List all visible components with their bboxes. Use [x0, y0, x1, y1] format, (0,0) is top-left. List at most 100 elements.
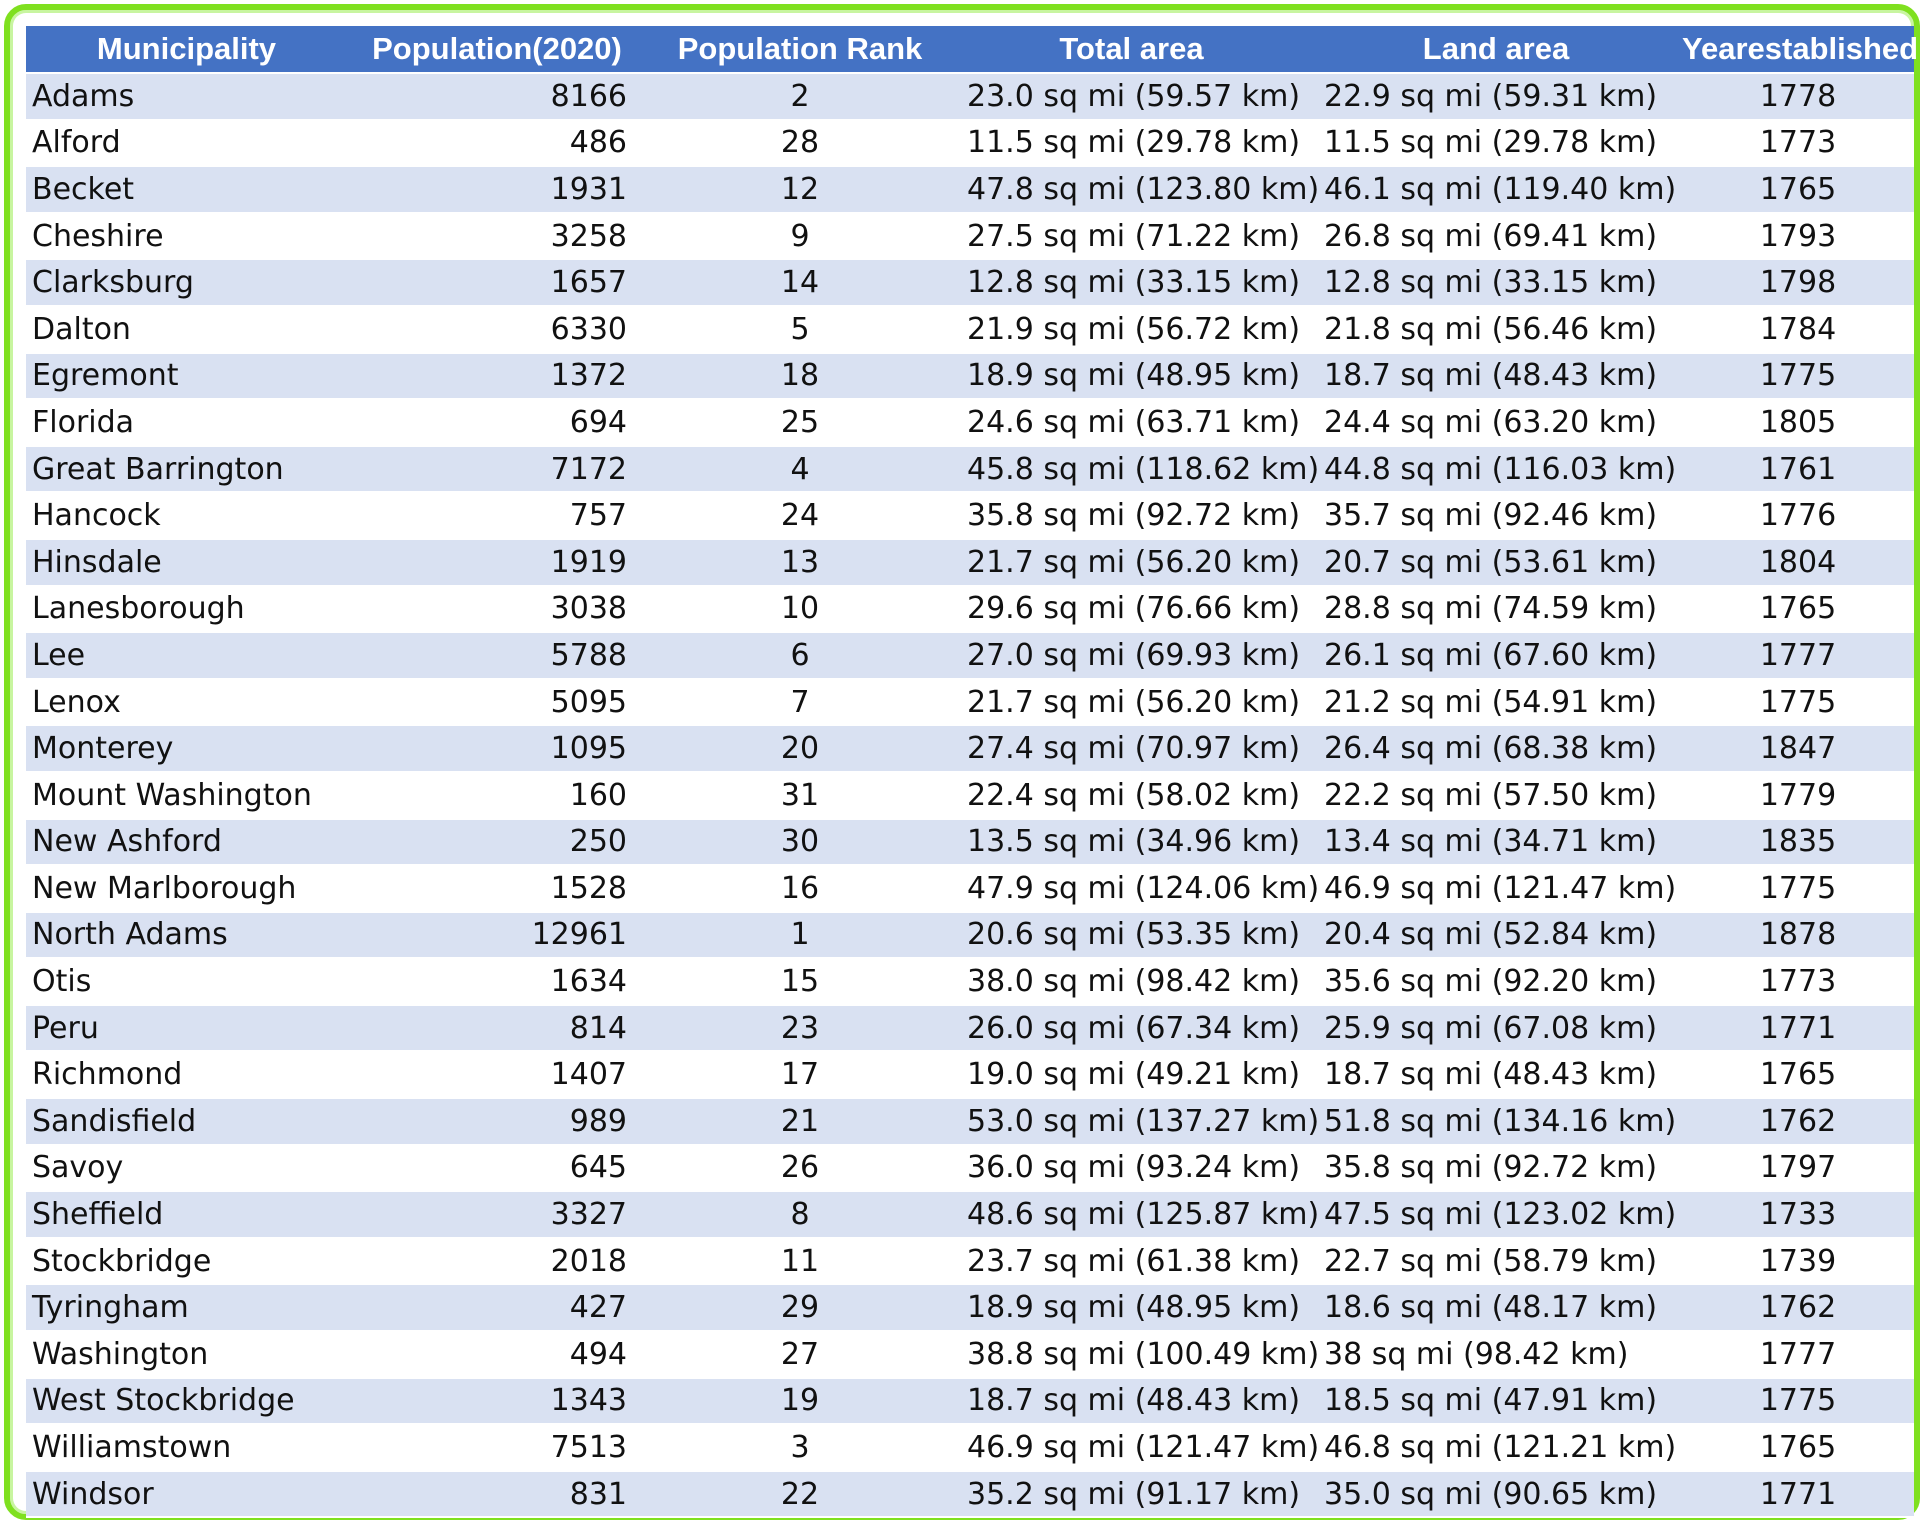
cell-total-area: 23.0 sq mi (59.57 km)	[953, 72, 1310, 121]
cell-land-area: 35.7 sq mi (92.46 km)	[1310, 491, 1682, 540]
cell-land-area: 38 sq mi (98.42 km)	[1310, 1330, 1682, 1379]
cell-year-established: 1776	[1682, 491, 1914, 540]
cell-municipality: Hinsdale	[26, 538, 347, 587]
cell-population: 831	[347, 1470, 647, 1519]
cell-land-area: 46.1 sq mi (119.40 km)	[1310, 165, 1682, 214]
cell-municipality: West Stockbridge	[26, 1377, 347, 1426]
cell-municipality: Stockbridge	[26, 1237, 347, 1286]
header-land-area[interactable]: Land area	[1310, 26, 1682, 74]
cell-land-area: 46.8 sq mi (121.21 km)	[1310, 1423, 1682, 1472]
cell-land-area: 12.8 sq mi (33.15 km)	[1310, 258, 1682, 307]
cell-population: 2018	[347, 1237, 647, 1286]
cell-land-area: 13.4 sq mi (34.71 km)	[1310, 818, 1682, 867]
cell-population: 3327	[347, 1190, 647, 1239]
table-row: Egremont 1372 18 18.9 sq mi (48.95 km) 18.7 …	[26, 352, 1914, 401]
table-row: Lee 5788 6 27.0 sq mi (69.93 km) 26.1 sq mi …	[26, 631, 1914, 680]
header-year-established[interactable]: Yearestablished	[1682, 26, 1918, 74]
cell-total-area: 36.0 sq mi (93.24 km)	[953, 1144, 1310, 1193]
table-row: Otis 1634 15 38.0 sq mi (98.42 km) 35.6 sq m…	[26, 957, 1914, 1006]
cell-land-area: 47.5 sq mi (123.02 km)	[1310, 1190, 1682, 1239]
cell-year-established: 1775	[1682, 864, 1914, 913]
cell-rank: 16	[647, 864, 953, 913]
cell-rank: 22	[647, 1470, 953, 1519]
cell-total-area: 18.7 sq mi (48.43 km)	[953, 1377, 1310, 1426]
cell-population: 1407	[347, 1050, 647, 1100]
cell-municipality: Hancock	[26, 491, 347, 540]
cell-total-area: 27.4 sq mi (70.97 km)	[953, 724, 1310, 773]
cell-year-established: 1784	[1682, 305, 1914, 354]
cell-rank: 27	[647, 1330, 953, 1379]
cell-municipality: Egremont	[26, 352, 347, 401]
table-row: Windsor 831 22 35.2 sq mi (91.17 km) 35.0 sq…	[26, 1470, 1914, 1519]
cell-land-area: 18.7 sq mi (48.43 km)	[1310, 1050, 1682, 1100]
cell-municipality: Monterey	[26, 724, 347, 773]
table-row: Sheffield 3327 8 48.6 sq mi (125.87 km) 47.5…	[26, 1190, 1914, 1239]
cell-total-area: 45.8 sq mi (118.62 km)	[953, 445, 1319, 494]
cell-rank: 12	[647, 165, 953, 214]
cell-total-area: 47.9 sq mi (124.06 km)	[953, 864, 1319, 913]
cell-population: 6330	[347, 305, 647, 354]
table-row: Clarksburg 1657 14 12.8 sq mi (33.15 km) 12.…	[26, 258, 1914, 307]
cell-year-established: 1777	[1682, 1330, 1914, 1379]
cell-land-area: 22.2 sq mi (57.50 km)	[1310, 771, 1682, 820]
cell-rank: 18	[647, 352, 953, 401]
cell-year-established: 1771	[1682, 1470, 1914, 1519]
header-total-area[interactable]: Total area	[953, 26, 1310, 74]
cell-population: 3038	[347, 585, 647, 634]
cell-municipality: Sandisfield	[26, 1097, 347, 1146]
table-row: Sandisfield 989 21 53.0 sq mi (137.27 km) 51…	[26, 1097, 1914, 1146]
cell-total-area: 13.5 sq mi (34.96 km)	[953, 818, 1310, 867]
table-row: Monterey 1095 20 27.4 sq mi (70.97 km) 26.4 …	[26, 724, 1914, 773]
cell-population: 8166	[347, 72, 647, 121]
cell-total-area: 19.0 sq mi (49.21 km)	[953, 1050, 1310, 1100]
table-body: Adams 8166 2 23.0 sq mi (59.57 km) 22.9 sq m…	[26, 72, 1914, 1519]
cell-land-area: 26.1 sq mi (67.60 km)	[1310, 631, 1682, 680]
cell-year-established: 1765	[1682, 165, 1914, 214]
cell-municipality: Savoy	[26, 1144, 347, 1193]
table-row: Tyringham 427 29 18.9 sq mi (48.95 km) 18.6 …	[26, 1283, 1914, 1333]
cell-rank: 28	[647, 119, 953, 168]
cell-municipality: Florida	[26, 398, 347, 447]
cell-land-area: 26.4 sq mi (68.38 km)	[1310, 724, 1682, 773]
cell-population: 1634	[347, 957, 647, 1006]
cell-land-area: 22.7 sq mi (58.79 km)	[1310, 1237, 1682, 1286]
table-row: Richmond 1407 17 19.0 sq mi (49.21 km) 18.7 …	[26, 1050, 1914, 1100]
cell-rank: 26	[647, 1144, 953, 1193]
cell-municipality: New Ashford	[26, 818, 347, 867]
table-row: Savoy 645 26 36.0 sq mi (93.24 km) 35.8 sq m…	[26, 1144, 1914, 1193]
table-row: North Adams 12961 1 20.6 sq mi (53.35 km) 20…	[26, 911, 1914, 960]
cell-year-established: 1761	[1682, 445, 1914, 494]
cell-total-area: 46.9 sq mi (121.47 km)	[953, 1423, 1319, 1472]
cell-land-area: 11.5 sq mi (29.78 km)	[1310, 119, 1682, 168]
cell-year-established: 1773	[1682, 957, 1914, 1006]
cell-year-established: 1765	[1682, 585, 1914, 634]
table-row: Lenox 5095 7 21.7 sq mi (56.20 km) 21.2 sq m…	[26, 678, 1914, 727]
table-row: Washington 494 27 38.8 sq mi (100.49 km) 38 …	[26, 1330, 1914, 1379]
cell-rank: 29	[647, 1283, 953, 1333]
cell-municipality: Adams	[26, 72, 347, 121]
cell-total-area: 26.0 sq mi (67.34 km)	[953, 1004, 1310, 1053]
cell-rank: 31	[647, 771, 953, 820]
cell-total-area: 21.7 sq mi (56.20 km)	[953, 538, 1310, 587]
cell-population: 160	[347, 771, 647, 820]
table-row: Cheshire 3258 9 27.5 sq mi (71.22 km) 26.8 s…	[26, 212, 1914, 261]
cell-rank: 7	[647, 678, 953, 727]
header-municipality[interactable]: Municipality	[26, 26, 347, 74]
cell-municipality: Lanesborough	[26, 585, 347, 634]
cell-rank: 10	[647, 585, 953, 634]
cell-land-area: 18.6 sq mi (48.17 km)	[1310, 1283, 1682, 1333]
cell-population: 989	[347, 1097, 647, 1146]
cell-rank: 24	[647, 491, 953, 540]
header-population-rank[interactable]: Population Rank	[647, 26, 953, 74]
cell-land-area: 35.0 sq mi (90.65 km)	[1310, 1470, 1682, 1519]
cell-municipality: Peru	[26, 1004, 347, 1053]
cell-land-area: 22.9 sq mi (59.31 km)	[1310, 72, 1682, 121]
table-row: New Marlborough 1528 16 47.9 sq mi (124.06 …	[26, 864, 1914, 913]
table-header: Municipality Population(2020) Population…	[26, 26, 1918, 74]
cell-total-area: 48.6 sq mi (125.87 km)	[953, 1190, 1319, 1239]
table-row: West Stockbridge 1343 19 18.7 sq mi (48.43 …	[26, 1377, 1914, 1426]
header-population[interactable]: Population(2020)	[347, 26, 647, 74]
cell-year-established: 1878	[1682, 911, 1914, 960]
table-row: Lanesborough 3038 10 29.6 sq mi (76.66 km) 2…	[26, 585, 1914, 634]
cell-rank: 5	[647, 305, 953, 354]
